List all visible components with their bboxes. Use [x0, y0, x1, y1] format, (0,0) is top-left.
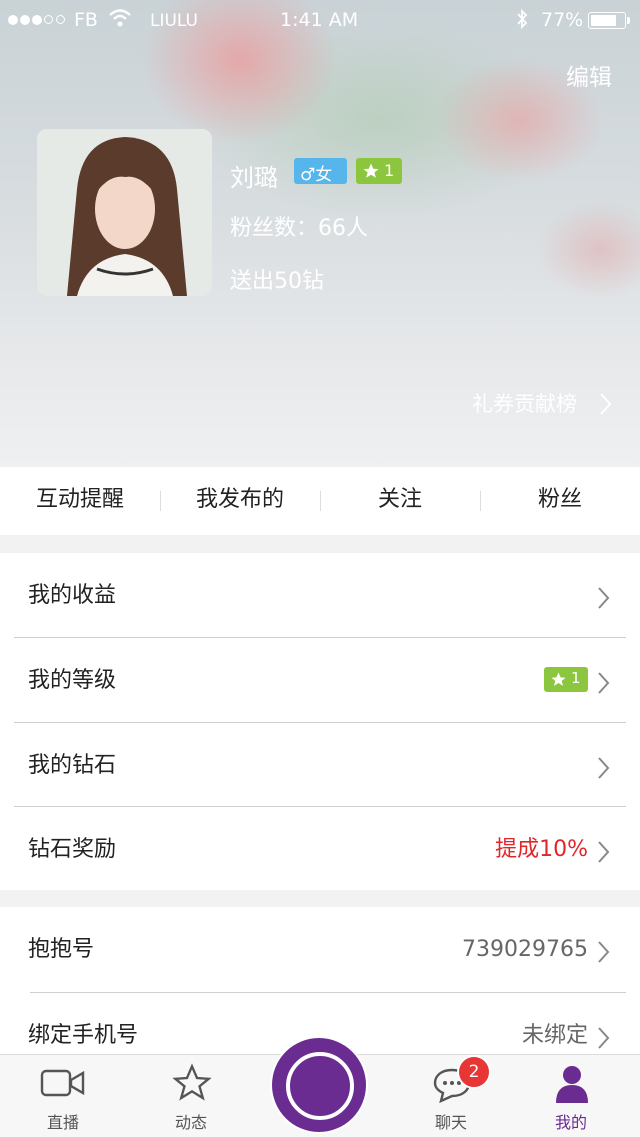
gender-label: ♂女: [300, 165, 333, 185]
tab-label: 直播: [46, 1113, 79, 1132]
avatar[interactable]: [37, 129, 212, 296]
chevron-right-icon: [598, 1027, 610, 1049]
star-icon: [172, 1063, 212, 1101]
tab-me[interactable]: 我的: [526, 1055, 616, 1137]
profile-tabs: 互动提醒 我发布的 关注 粉丝: [0, 467, 640, 535]
chevron-right-icon: [598, 587, 610, 609]
level-badge: 1: [356, 158, 402, 184]
battery-icon: [588, 12, 630, 29]
edit-button[interactable]: 编辑: [566, 58, 612, 92]
gender-badge: ♂女: [294, 158, 347, 185]
tab-my-posts[interactable]: 我发布的: [160, 467, 320, 535]
level-number: 1: [384, 161, 395, 180]
tab-label: 聊天: [434, 1113, 467, 1132]
star-icon: [363, 163, 379, 178]
chevron-right-icon: [598, 941, 610, 963]
list-item-label: 我的钻石: [28, 753, 117, 778]
star-icon: [551, 672, 566, 686]
list-item-label: 抱抱号: [28, 937, 95, 962]
fans-count: 粉丝数：66人: [230, 216, 368, 241]
list-item-my-level[interactable]: 我的等级 1: [0, 638, 640, 723]
chevron-right-icon: [600, 393, 612, 415]
list-item-diamond-reward[interactable]: 钻石奖励 提成10%: [0, 807, 640, 892]
tab-live[interactable]: 直播: [18, 1055, 108, 1137]
network-label: LIULU: [150, 11, 198, 31]
start-live-button[interactable]: [270, 1036, 368, 1134]
tab-interaction-reminders[interactable]: 互动提醒: [0, 467, 160, 535]
chevron-right-icon: [598, 672, 610, 694]
level-badge: 1: [544, 667, 588, 692]
clock: 1:41 AM: [280, 9, 359, 31]
video-camera-icon: [40, 1069, 85, 1097]
tab-feed[interactable]: 动态: [146, 1055, 236, 1137]
diamonds-sent: 送出50钻: [230, 269, 324, 294]
contribution-ranking-label: 礼券贡献榜: [472, 392, 577, 416]
tab-fans[interactable]: 粉丝: [480, 467, 640, 535]
battery-percent: 77%: [541, 9, 584, 31]
chat-unread-badge: 2: [457, 1055, 491, 1089]
chevron-right-icon: [598, 841, 610, 863]
reward-rate: 提成10%: [495, 837, 588, 862]
baobao-id-value: 739029765: [462, 937, 588, 962]
list-item-my-diamonds[interactable]: 我的钻石: [0, 723, 640, 808]
list-item-label: 钻石奖励: [28, 837, 117, 862]
status-bar: FB LIULU 1:41 AM 77%: [0, 0, 640, 40]
carrier-label: FB: [74, 9, 98, 31]
list-item-label: 我的收益: [28, 583, 117, 608]
menu-group-account: 我的收益 我的等级 1 我的钻石 钻石奖励 提成10%: [0, 553, 640, 890]
level-number: 1: [571, 669, 581, 687]
bluetooth-icon: [517, 8, 528, 30]
profile-header: FB LIULU 1:41 AM 77% 编辑 刘璐 ♂女 1 粉丝数：66人 …: [0, 0, 640, 467]
record-ring-icon: [286, 1052, 354, 1120]
tab-label: 动态: [174, 1113, 207, 1132]
list-item-my-earnings[interactable]: 我的收益: [0, 553, 640, 638]
list-item-baobao-id[interactable]: 抱抱号 739029765: [0, 907, 640, 992]
tab-label: 我的: [554, 1113, 587, 1132]
list-item-label: 我的等级: [28, 668, 117, 693]
contribution-ranking-link[interactable]: 礼券贡献榜: [472, 388, 612, 418]
wifi-icon: [109, 9, 131, 27]
user-icon: [556, 1066, 588, 1103]
chevron-right-icon: [598, 757, 610, 779]
user-name: 刘璐: [230, 164, 278, 192]
tab-following[interactable]: 关注: [320, 467, 480, 535]
